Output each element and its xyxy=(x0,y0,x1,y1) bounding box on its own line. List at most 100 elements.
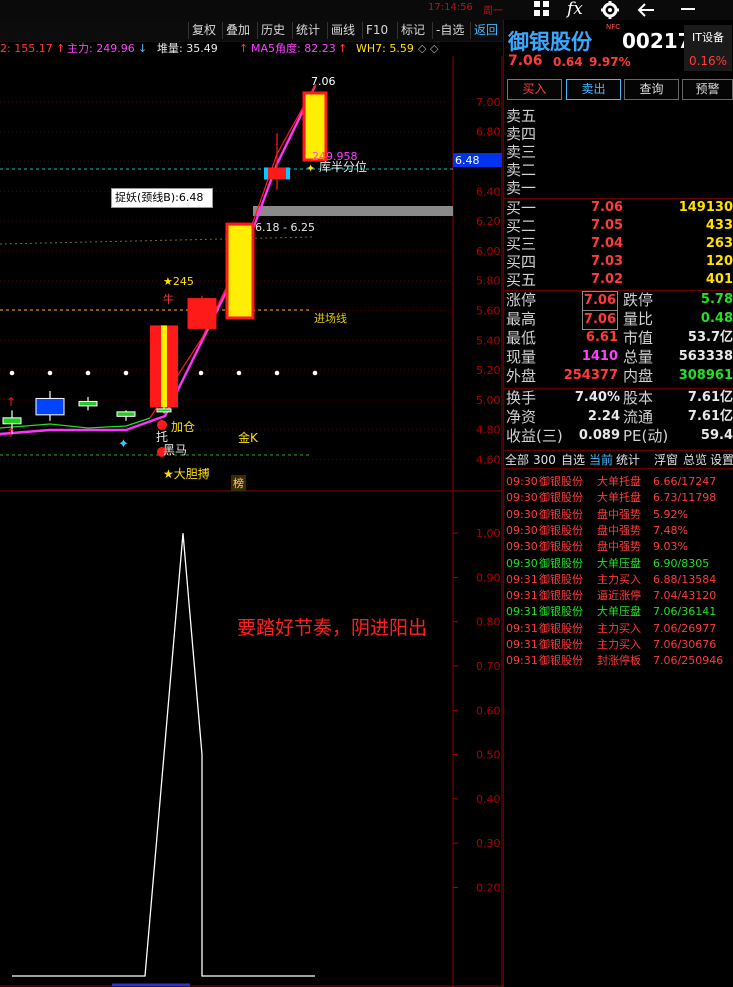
tab-1[interactable]: 300 xyxy=(533,451,556,469)
menu-f10[interactable]: F10 xyxy=(362,22,391,39)
sell-button[interactable]: 卖出 xyxy=(566,79,621,100)
menu-tongji[interactable]: 统计 xyxy=(292,22,323,39)
trade-name: 御银股份 xyxy=(539,654,583,668)
tab-2[interactable]: 自选 xyxy=(561,451,585,469)
jink-label: 金K xyxy=(238,431,258,445)
stat2-label: 收益(三) xyxy=(506,427,563,445)
star-label: ★245 xyxy=(163,275,194,288)
candle-body xyxy=(2,417,22,425)
stat2-value: 0.089 xyxy=(578,428,620,443)
menu-diejia[interactable]: 叠加 xyxy=(222,22,253,39)
menu-lishi[interactable]: 历史 xyxy=(257,22,288,39)
sell-level-label: 卖四 xyxy=(506,125,537,143)
stat-value: 308961 xyxy=(678,368,733,383)
ma-value: 2: 155.17 xyxy=(0,42,53,55)
buy-level-price: 7.03 xyxy=(591,254,624,269)
menu-fuquan[interactable]: 复权 xyxy=(188,22,219,39)
menu-biaoji[interactable]: 标记 xyxy=(397,22,428,39)
trade-name: 御银股份 xyxy=(539,638,583,651)
trade-time: 09:30 xyxy=(506,507,538,521)
query-button[interactable]: 查询 xyxy=(624,79,679,100)
candle[interactable] xyxy=(225,222,255,320)
lower-tick: 0.30 xyxy=(476,837,501,850)
trade-type: 盘中强势 xyxy=(597,523,641,537)
tab-3[interactable]: 当前 xyxy=(589,451,613,469)
annotation-text: 要踏好节奏，阴进阳出 xyxy=(237,617,428,639)
trade-val: 6.73/11798 xyxy=(653,491,717,505)
sell-level-label: 卖三 xyxy=(506,143,537,161)
menu-zixuan[interactable]: -自选 xyxy=(432,22,467,39)
trade-time: 09:31 xyxy=(506,572,538,586)
tab-6[interactable]: 总览 xyxy=(683,451,707,469)
lower-tick: 0.60 xyxy=(476,704,501,717)
trade-val: 9.03% xyxy=(653,540,688,554)
menu-return[interactable]: 返回 xyxy=(470,22,501,39)
buy-button[interactable]: 买入 xyxy=(507,79,562,100)
minimize-icon[interactable] xyxy=(678,0,698,22)
dadanbo-label: ★大胆搏 xyxy=(163,467,210,481)
entry-line-label: 进场线 xyxy=(314,312,347,325)
bang-label: 榜 xyxy=(231,475,246,491)
candlestick-chart[interactable]: 7.006.806.606.406.206.005.805.605.405.20… xyxy=(0,56,503,987)
buy-level-label: 买五 xyxy=(506,271,537,289)
trade-val: 5.92% xyxy=(653,507,688,521)
fx-icon[interactable]: fx xyxy=(567,0,583,19)
candle[interactable] xyxy=(150,325,178,408)
trade-time: 09:30 xyxy=(506,540,538,554)
tab-0[interactable]: 全部 xyxy=(505,451,529,469)
grid-icon[interactable] xyxy=(533,0,551,22)
menu-huaxian[interactable]: 画线 xyxy=(327,22,358,39)
stat2-value: 7.40% xyxy=(574,390,620,405)
jiacang-label: 加仓 xyxy=(171,420,196,434)
trade-type: 盘中强势 xyxy=(597,540,641,554)
ma5-angle-value: MA5角度: 82.23 xyxy=(251,42,336,55)
nfc-badge: NFC xyxy=(606,23,621,31)
alert-button[interactable]: 预警 xyxy=(682,79,733,100)
candle[interactable] xyxy=(35,391,65,421)
lower-tick: 0.80 xyxy=(476,616,501,629)
tab-5[interactable]: 浮窗 xyxy=(654,451,678,469)
sector-box[interactable]: IT设备 0.16% xyxy=(684,25,732,71)
trade-name: 御银股份 xyxy=(539,572,583,586)
buy-level-label: 买一 xyxy=(506,199,537,217)
stat-value: 0.48 xyxy=(700,311,733,326)
stat2-label: 流通 xyxy=(623,408,654,426)
tab-4[interactable]: 统计 xyxy=(616,451,640,469)
lower-tick: 0.20 xyxy=(476,881,501,894)
lower-tick: 0.40 xyxy=(476,793,501,806)
trade-val: 7.06/250946 xyxy=(653,654,724,668)
stat2-label: 换手 xyxy=(506,389,537,407)
trade-type: 大单压盘 xyxy=(597,605,641,619)
trade-name: 御银股份 xyxy=(539,589,583,603)
stat-value: 5.78 xyxy=(700,292,733,307)
candle-body xyxy=(116,411,136,417)
candle-edge xyxy=(264,167,268,180)
candle[interactable] xyxy=(78,396,98,411)
buy-level-volume: 149130 xyxy=(678,200,733,215)
trade-val: 7.48% xyxy=(653,523,688,537)
status-bar: 17:14:56 周一 fx xyxy=(0,0,733,20)
stat-label: 总量 xyxy=(623,348,654,366)
price-tick: 6.00 xyxy=(476,245,501,258)
buy-level-price: 7.05 xyxy=(591,218,624,233)
price-tick: 4.60 xyxy=(476,454,501,467)
lower-tick: 0.90 xyxy=(476,571,501,584)
trade-type: 大单压盘 xyxy=(597,556,641,570)
stat-label: 最低 xyxy=(506,329,537,347)
trade-time: 09:30 xyxy=(506,475,538,488)
price-tick: 5.20 xyxy=(476,364,501,377)
current-price-text: 6.48 xyxy=(455,154,480,167)
stat2-value: 7.61亿 xyxy=(687,409,733,424)
stat-value: 7.06 xyxy=(581,310,618,330)
trade-time: 09:31 xyxy=(506,638,538,651)
tab-7[interactable]: 设置 xyxy=(710,451,733,469)
price-pct: 9.97% xyxy=(589,55,631,69)
half-label: 库半分位 xyxy=(319,160,368,174)
zhuli-value: 主力: 249.96 xyxy=(67,42,135,55)
up-arrow-icon: ↑ xyxy=(56,42,66,55)
candle[interactable] xyxy=(116,410,136,421)
candle[interactable] xyxy=(187,295,217,329)
stat2-value: 2.24 xyxy=(587,409,620,424)
buy-level-volume: 263 xyxy=(705,236,733,251)
trade-time: 09:30 xyxy=(506,556,538,570)
